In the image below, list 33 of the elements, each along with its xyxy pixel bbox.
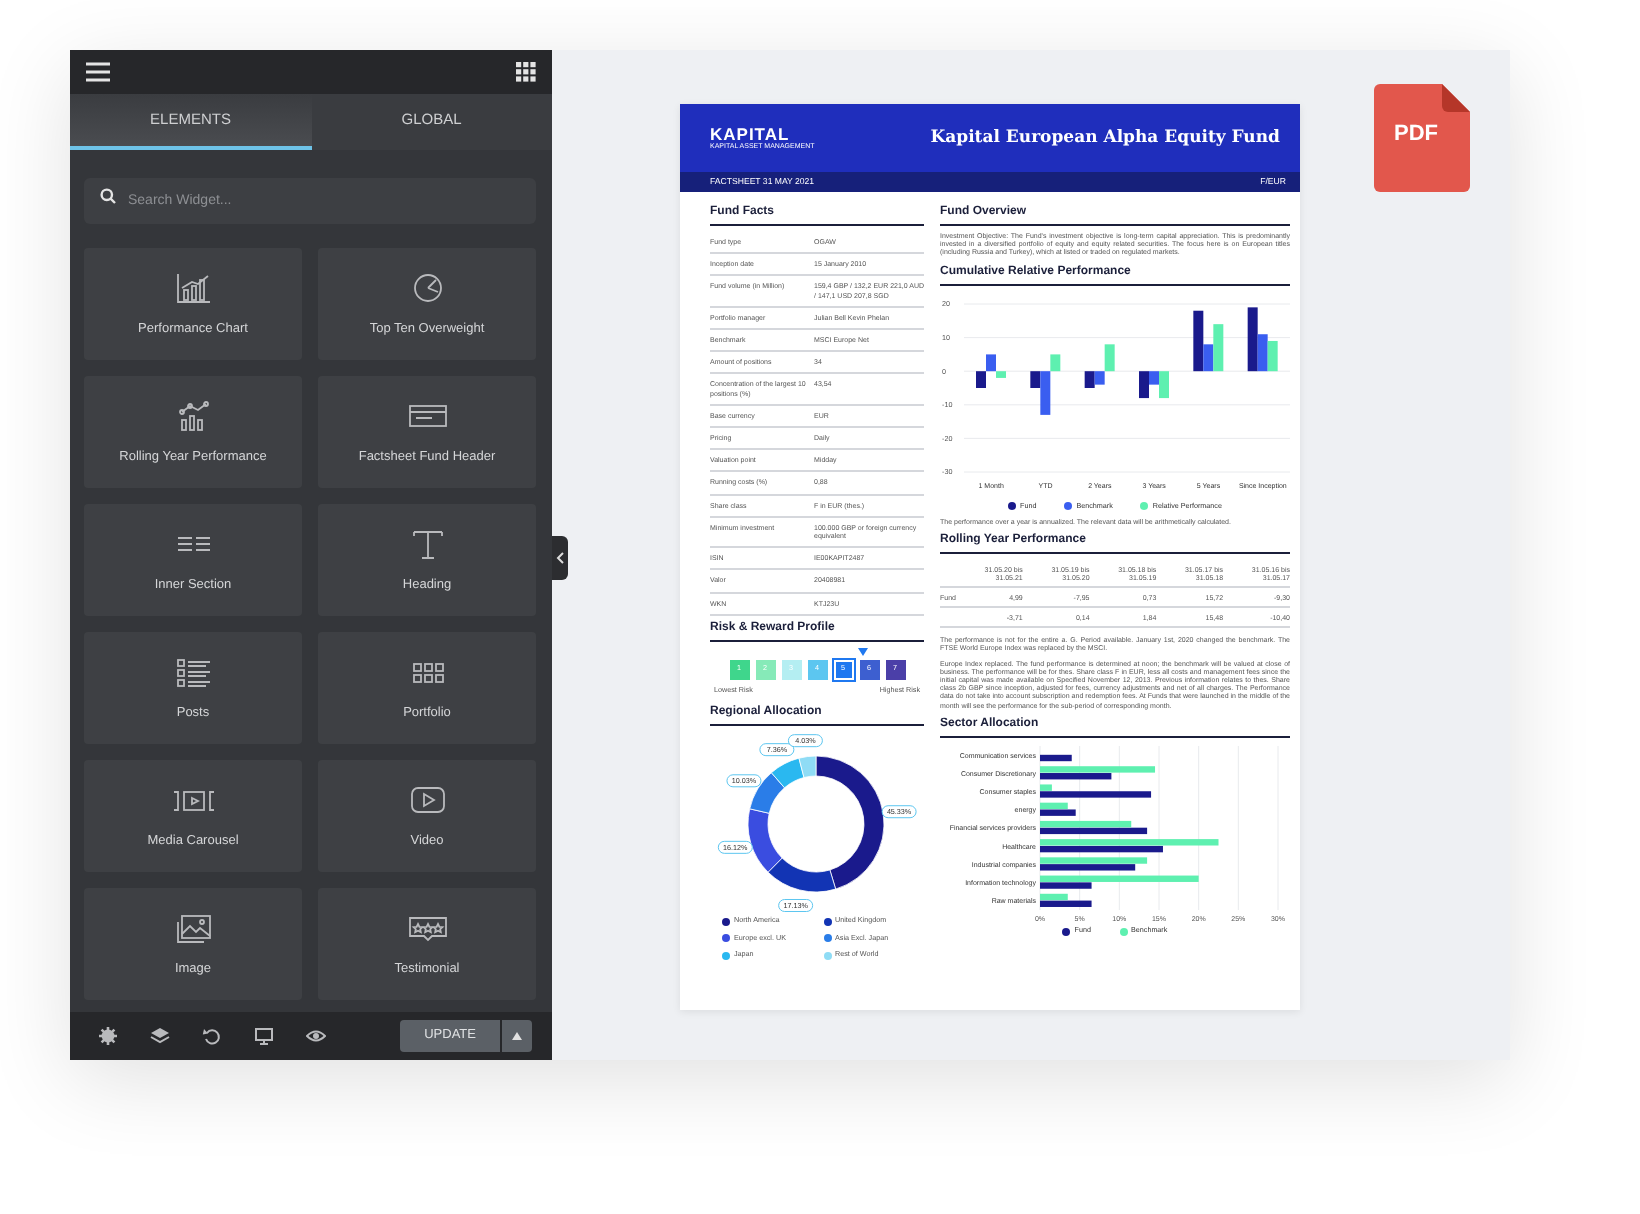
layers-icon[interactable] bbox=[150, 1026, 170, 1046]
apps-grid-icon[interactable] bbox=[516, 62, 536, 82]
legend-dot bbox=[1119, 927, 1127, 936]
legend-dot bbox=[1064, 502, 1073, 511]
legend-dot bbox=[1008, 502, 1017, 511]
legend-dot bbox=[1062, 927, 1071, 936]
image-icon bbox=[171, 909, 215, 946]
bar bbox=[1040, 754, 1072, 761]
list-icon bbox=[171, 653, 215, 690]
settings-icon[interactable] bbox=[98, 1026, 118, 1046]
monitor-icon[interactable] bbox=[254, 1026, 274, 1046]
video-play-icon bbox=[405, 781, 449, 818]
legend-dot bbox=[722, 934, 730, 943]
collapse-panel-button[interactable] bbox=[552, 536, 568, 580]
file-icon bbox=[1374, 84, 1470, 192]
menu-icon[interactable] bbox=[86, 62, 110, 82]
file-type-label: PDF bbox=[1394, 124, 1438, 146]
brand-logo: KAPITAL bbox=[710, 125, 792, 142]
caret-up-icon bbox=[512, 1032, 522, 1040]
chart-icon bbox=[171, 269, 215, 306]
legend-dot bbox=[722, 917, 730, 926]
search-icon bbox=[100, 187, 116, 203]
publish-options-button[interactable] bbox=[502, 1020, 532, 1052]
legend-dot bbox=[823, 917, 831, 926]
legend-dot bbox=[823, 934, 831, 943]
legend-dot bbox=[1140, 502, 1149, 511]
legend-dot bbox=[823, 951, 831, 960]
pointer-marker-icon bbox=[857, 647, 867, 656]
undo-icon[interactable] bbox=[202, 1026, 222, 1046]
chevron-left-icon bbox=[556, 552, 564, 564]
legend-dot bbox=[722, 951, 730, 960]
eye-icon[interactable] bbox=[306, 1026, 326, 1046]
fund-title: Kapital European Alpha Equity Fund bbox=[930, 125, 1280, 151]
